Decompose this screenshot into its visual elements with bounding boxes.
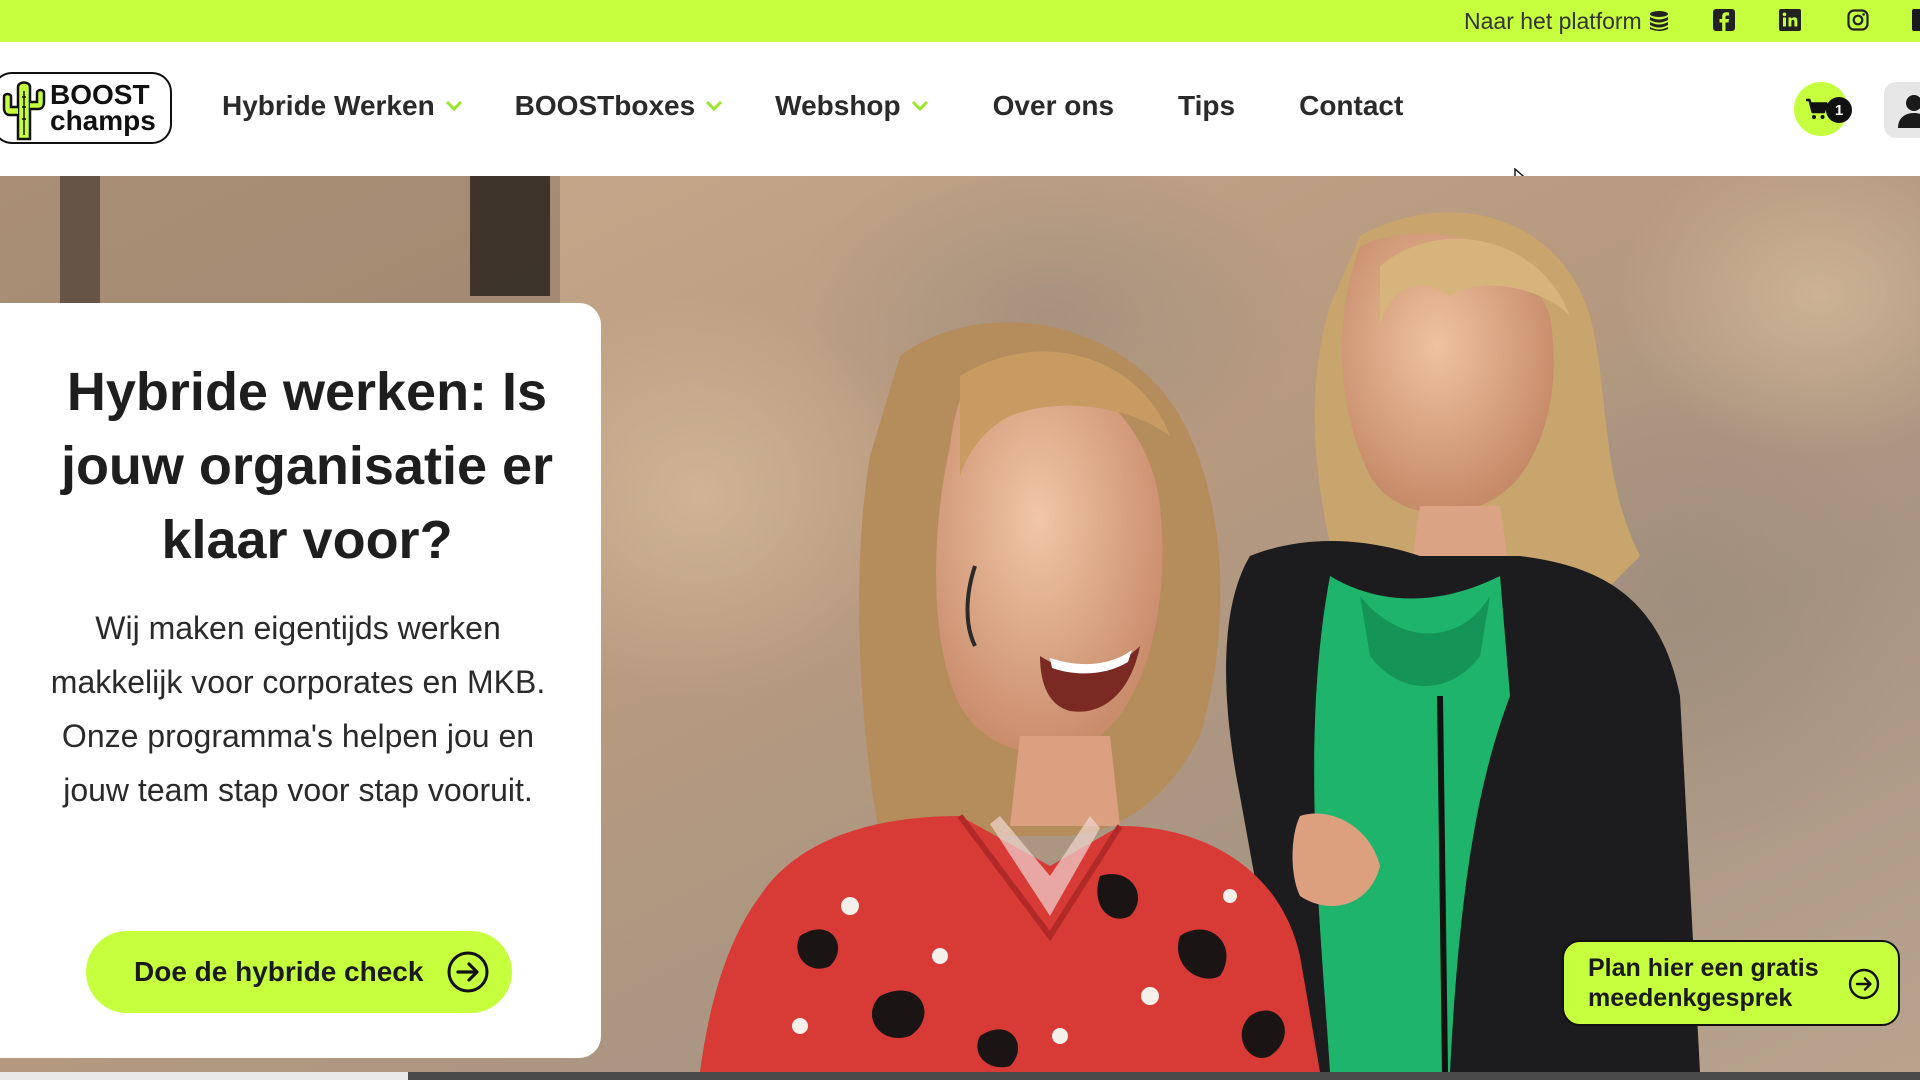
main-nav: Hybride Werken BOOSTboxes Webshop Over o… <box>222 90 1403 122</box>
top-bar: Naar het platform <box>0 0 1920 42</box>
cactus-icon <box>2 81 46 141</box>
hero-card: Hybride werken: Is jouw organisatie er k… <box>0 303 601 1058</box>
cart-count-badge: 1 <box>1826 97 1852 123</box>
linkedin-icon[interactable] <box>1778 8 1802 32</box>
cta-label: Doe de hybride check <box>134 956 424 987</box>
arrow-right-circle-icon <box>447 951 489 993</box>
user-icon <box>1898 95 1920 128</box>
platform-link[interactable]: Naar het platform <box>1464 8 1670 34</box>
logo-line-2: champs <box>50 105 156 136</box>
stack-icon <box>1649 11 1668 31</box>
nav-item-webshop[interactable]: Webshop <box>775 90 928 122</box>
hybride-check-button[interactable]: Doe de hybride check <box>86 931 512 1013</box>
platform-label: Naar het platform <box>1464 7 1642 34</box>
chevron-down-icon <box>911 100 928 112</box>
site-header: BOOST champs Hybride Werken BOOSTboxes W… <box>0 42 1920 176</box>
nav-item-contact[interactable]: Contact <box>1299 90 1403 122</box>
hero-description: Wij maken eigentijds werken makkelijk vo… <box>50 610 546 808</box>
facebook-icon[interactable] <box>1712 8 1736 32</box>
nav-item-label: Hybride Werken <box>222 90 435 121</box>
cart-button[interactable]: 1 <box>1794 82 1852 136</box>
nav-item-label: Contact <box>1299 90 1404 121</box>
nav-item-label: Over ons <box>992 90 1115 121</box>
nav-item-tips[interactable]: Tips <box>1178 90 1235 122</box>
hero-section: Hybride werken: Is jouw organisatie er k… <box>0 176 1920 1072</box>
logo[interactable]: BOOST champs <box>0 72 172 144</box>
nav-item-hybride-werken[interactable]: Hybride Werken <box>222 90 463 122</box>
nav-item-boostboxes[interactable]: BOOSTboxes <box>515 90 723 122</box>
arrow-right-circle-icon <box>1848 968 1880 1000</box>
instagram-icon[interactable] <box>1846 8 1870 32</box>
topbar-overflow-icon <box>1912 9 1920 31</box>
plan-meeting-button[interactable]: Plan hier een gratis meedenkgesprek <box>1562 940 1900 1026</box>
nav-item-over-ons[interactable]: Over ons <box>993 90 1114 122</box>
nav-item-label: BOOSTboxes <box>514 90 696 121</box>
hero-title: Hybride werken: Is jouw organisatie er k… <box>60 362 554 570</box>
scrollbar-thumb[interactable] <box>408 1072 1920 1080</box>
nav-item-label: Tips <box>1178 90 1236 121</box>
nav-item-label: Webshop <box>775 90 901 121</box>
account-button[interactable] <box>1884 82 1920 138</box>
horizontal-scrollbar[interactable] <box>0 1072 1920 1080</box>
plan-meeting-label: Plan hier een gratis meedenkgesprek <box>1588 954 1819 1012</box>
chevron-down-icon <box>706 100 723 112</box>
chevron-down-icon <box>445 100 462 112</box>
logo-text: BOOST champs <box>50 81 156 136</box>
